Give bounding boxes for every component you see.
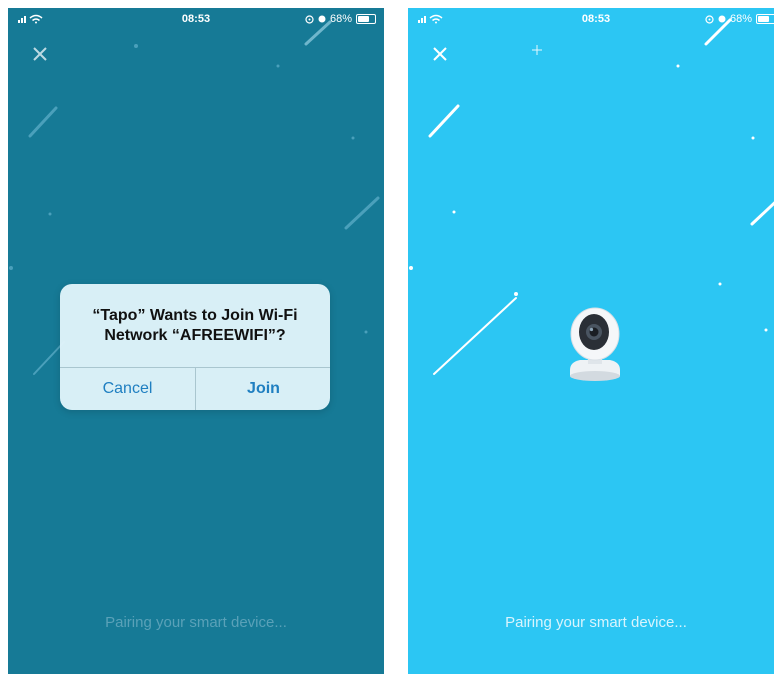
alarm-icon: [318, 15, 326, 23]
location-icon: [705, 14, 714, 24]
alarm-icon: [718, 15, 726, 23]
battery-icon: [356, 14, 376, 24]
pairing-status-text: Pairing your smart device...: [105, 614, 287, 631]
status-right: 68%: [705, 13, 774, 25]
pairing-status-text: Pairing your smart device...: [505, 614, 687, 631]
status-right: 68%: [305, 13, 376, 25]
security-camera-icon: [570, 307, 620, 381]
cancel-button[interactable]: Cancel: [60, 368, 195, 410]
close-icon[interactable]: [28, 42, 52, 66]
battery-percent: 68%: [729, 13, 752, 25]
close-icon[interactable]: [428, 42, 452, 66]
dialog-title-line2: Network “AFREEWIFI”?: [104, 327, 286, 344]
dialog-title: “Tapo” Wants to Join Wi-Fi Network “AFRE…: [70, 306, 320, 346]
join-button[interactable]: Join: [196, 368, 330, 410]
status-bar: 08:53 68%: [8, 8, 384, 30]
battery-icon: [756, 14, 774, 24]
dialog-title-line1: “Tapo” Wants to Join Wi-Fi: [92, 307, 298, 324]
location-icon: [305, 14, 314, 24]
battery-percent: 68%: [329, 13, 352, 25]
wifi-join-dialog: “Tapo” Wants to Join Wi-Fi Network “AFRE…: [60, 284, 330, 410]
right-phone-screen: 08:53 68% Pairing your smart device...: [408, 8, 774, 674]
status-bar: 08:53 68%: [408, 8, 774, 30]
left-phone-screen: 08:53 68% “Tapo” Wants to Join Wi-Fi Net…: [8, 8, 384, 674]
